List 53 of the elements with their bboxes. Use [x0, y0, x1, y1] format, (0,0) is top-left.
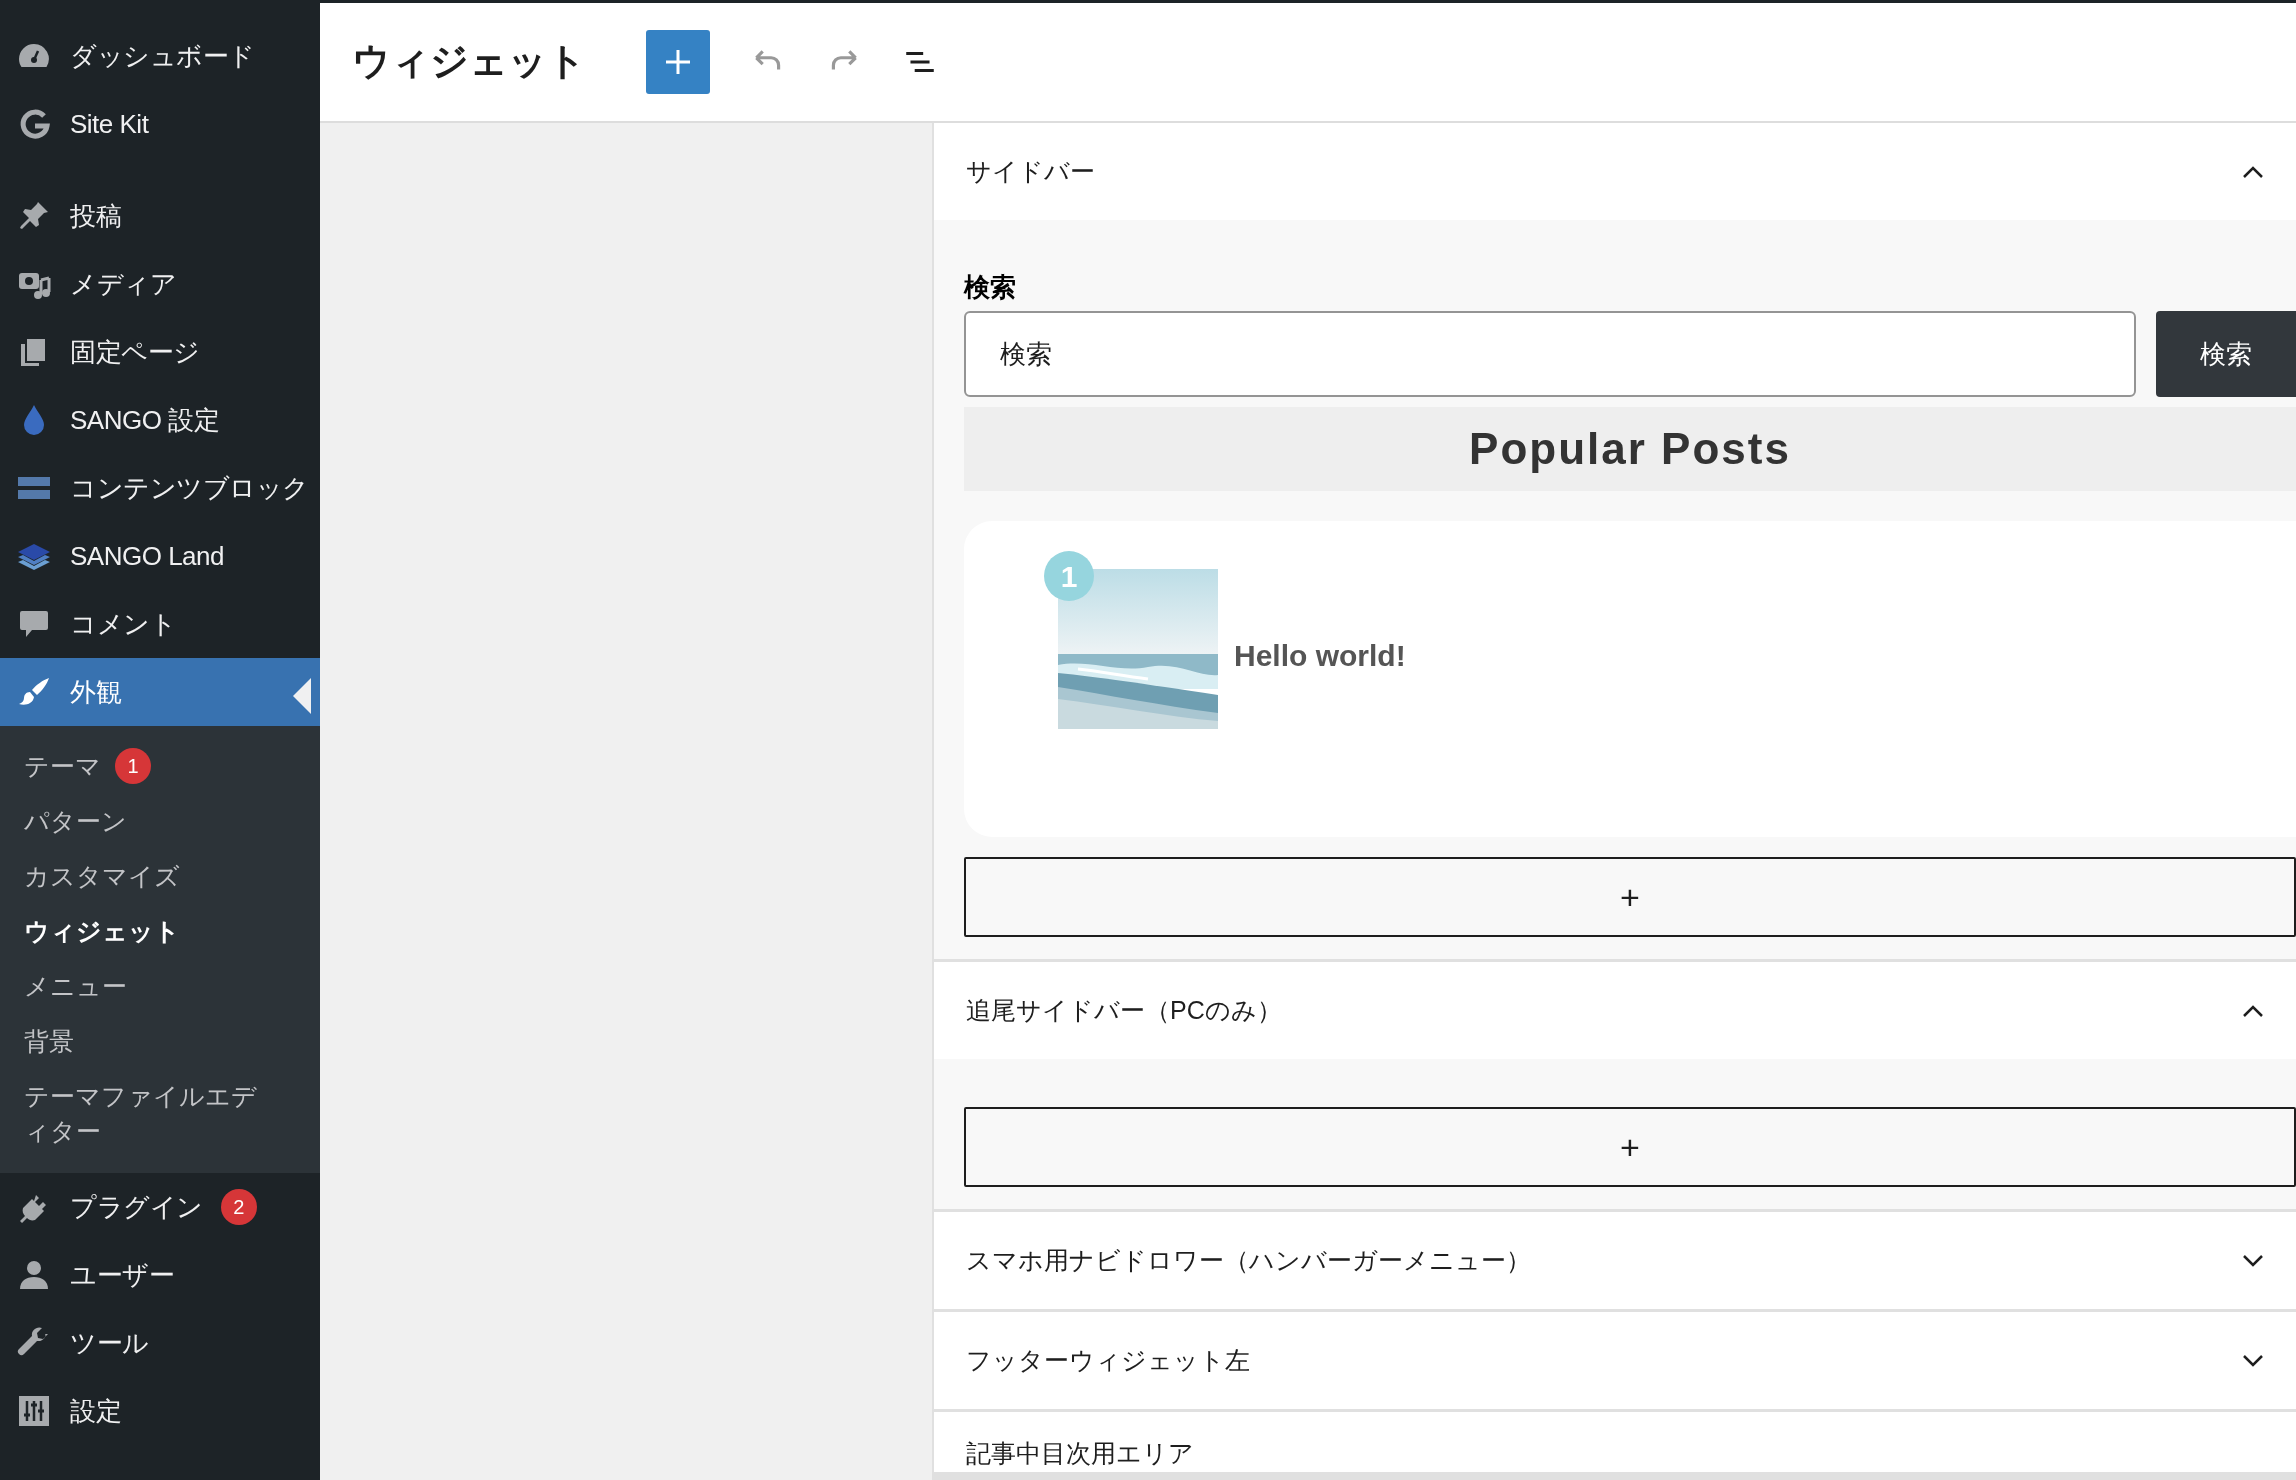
chevron-down-icon — [2242, 1253, 2264, 1268]
count-badge: 2 — [220, 1189, 257, 1225]
add-block-button[interactable]: + — [964, 1107, 2296, 1187]
submenu-item[interactable]: 背景 — [0, 1014, 320, 1069]
menu-label: コンテンツブロック — [70, 471, 309, 505]
menu-item[interactable]: ユーザー — [0, 1241, 320, 1309]
submenu-item[interactable]: カスタマイズ — [0, 849, 320, 904]
menu-label: ダッシュボード — [70, 39, 255, 73]
submenu-item[interactable]: パターン — [0, 794, 320, 849]
menu-label: 外観 — [70, 675, 121, 709]
menu-item[interactable]: Site Kit — [0, 90, 320, 158]
menu-label: ユーザー — [70, 1258, 174, 1292]
rank-badge: 1 — [1044, 551, 1094, 601]
page-title: ウィジェット — [352, 39, 586, 85]
add-block-button[interactable]: + — [964, 857, 2296, 937]
menu-label: 固定ページ — [70, 335, 200, 369]
chevron-up-icon — [2242, 164, 2264, 179]
submenu-item[interactable]: テーマ 1 — [0, 738, 320, 794]
menu-item[interactable]: 投稿 — [0, 182, 320, 250]
menu-item[interactable]: メディア — [0, 250, 320, 318]
menu-item[interactable]: 設定 — [0, 1377, 320, 1445]
menu-item[interactable]: SANGO Land — [0, 522, 320, 590]
menu-item[interactable]: ダッシュボード — [0, 22, 320, 90]
menu-item[interactable]: SANGO 設定 — [0, 386, 320, 454]
menu-label: SANGO Land — [70, 539, 224, 573]
menu-item[interactable]: コメント — [0, 590, 320, 658]
post-title-link[interactable]: Hello world! — [1234, 633, 1406, 678]
chevron-down-icon — [2242, 1353, 2264, 1368]
count-badge: 1 — [115, 748, 151, 784]
menu-label: プラグイン — [70, 1190, 203, 1224]
submenu-item[interactable]: ウィジェット — [0, 904, 320, 959]
menu-item[interactable]: ツール — [0, 1309, 320, 1377]
sliders-icon — [16, 1393, 52, 1429]
menu-label: ツール — [70, 1326, 149, 1360]
menu-item[interactable]: 外観 — [0, 658, 320, 726]
search-button[interactable]: 検索 — [2156, 311, 2296, 397]
menu-label: メディア — [70, 267, 176, 301]
plus-icon — [663, 47, 693, 77]
chevron-up-icon — [2242, 1003, 2264, 1018]
add-block-button[interactable] — [646, 30, 710, 94]
submenu-item[interactable]: テーマファイルエディター — [0, 1069, 300, 1159]
submenu-item[interactable]: メニュー — [0, 959, 320, 1014]
menu-label: 設定 — [70, 1394, 121, 1428]
menu-label: Site Kit — [70, 107, 149, 141]
search-label: 検索 — [964, 271, 1017, 304]
menu-label: SANGO 設定 — [70, 403, 220, 437]
menu-item[interactable]: 固定ページ — [0, 318, 320, 386]
menu-label: 投稿 — [70, 199, 121, 233]
menu-label: コメント — [70, 607, 176, 641]
menu-item[interactable]: コンテンツブロック — [0, 454, 320, 522]
menu-item[interactable]: プラグイン 2 — [0, 1173, 320, 1241]
search-field[interactable]: 検索 — [964, 311, 2136, 397]
heading-text: Popular Posts — [1469, 423, 1791, 475]
